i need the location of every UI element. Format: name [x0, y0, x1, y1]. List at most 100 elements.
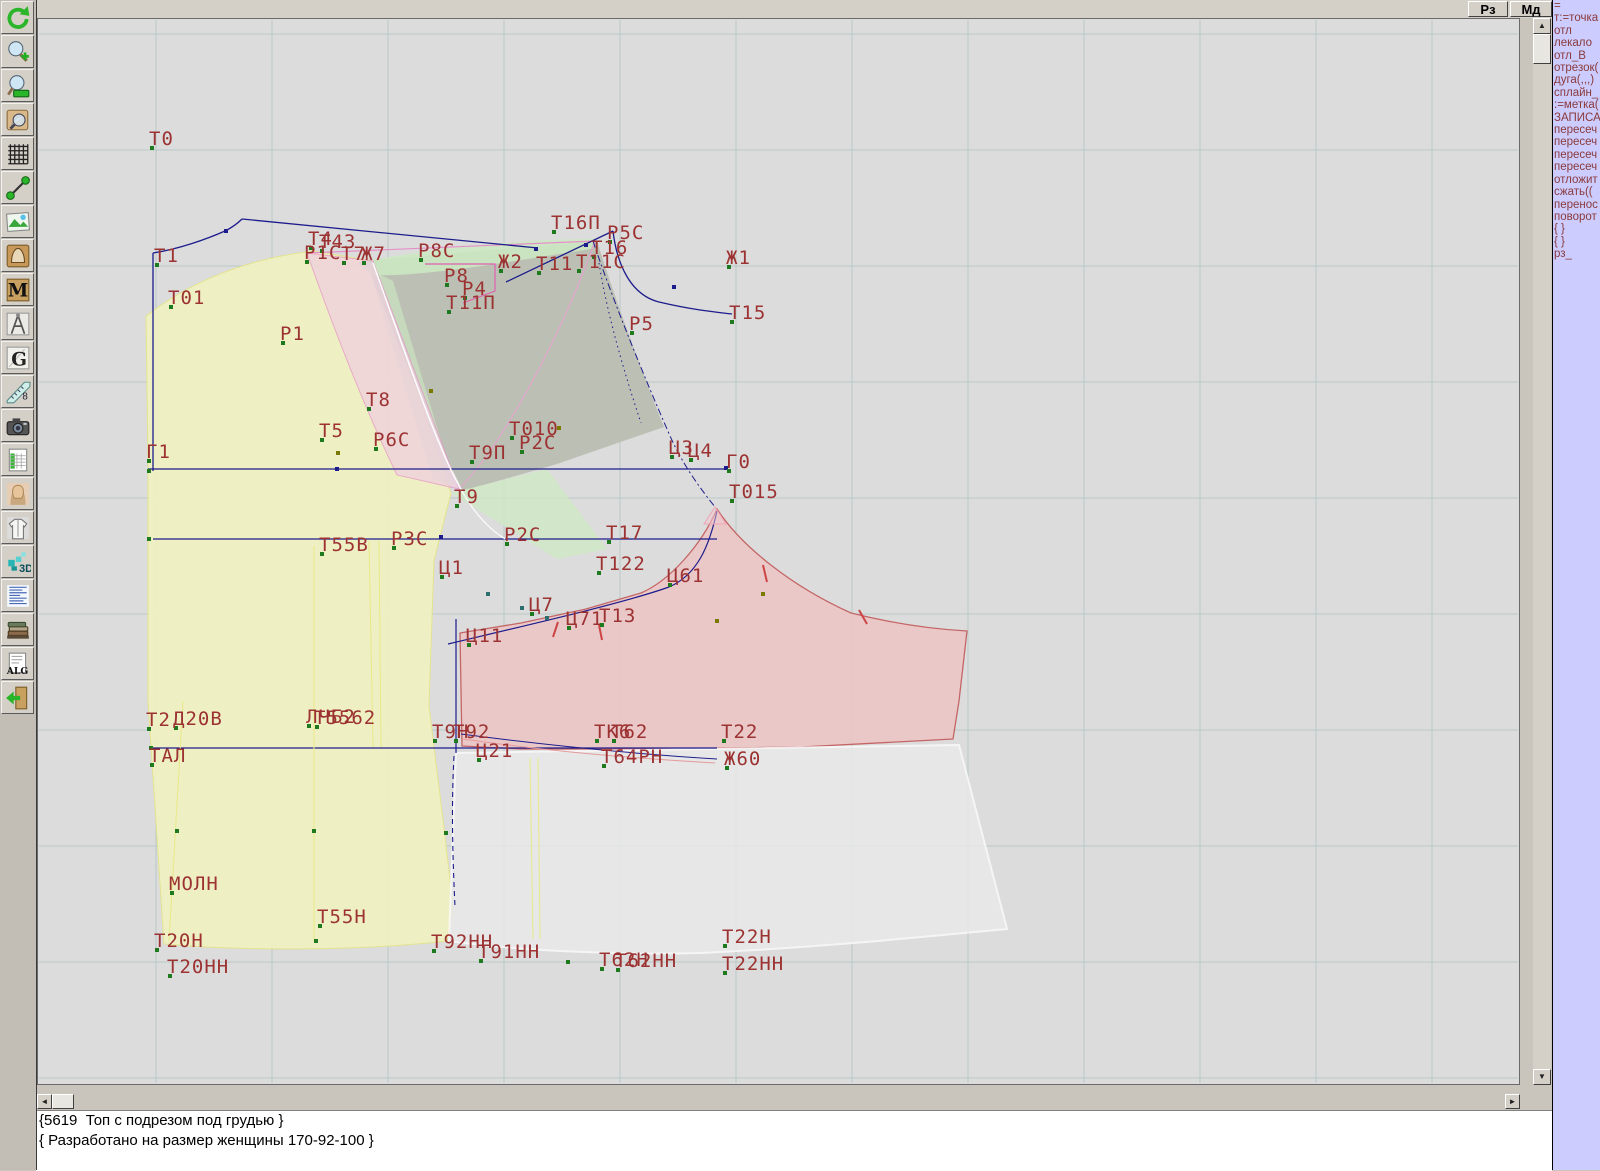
preview-icon[interactable] [1, 103, 34, 136]
pattern-point [584, 243, 588, 247]
svg-text:M: M [7, 280, 27, 301]
command-line: отл_В [1553, 50, 1600, 62]
point-label: Т8 [366, 389, 391, 411]
measure-icon[interactable] [1, 171, 34, 204]
pattern-cad-app: { "topbar": { "buttons": [ { "id": "rz",… [0, 0, 1600, 1170]
point-label: Т20НН [167, 956, 229, 978]
compass-icon[interactable] [1, 307, 34, 340]
point-label: Т015 [729, 481, 779, 503]
scroll-left-button[interactable]: ◄ [37, 1094, 52, 1109]
point-label: Т55Н [317, 906, 367, 928]
zoom-in-icon[interactable] [1, 35, 34, 68]
point-label: Ж7 [361, 243, 386, 265]
point-label: Р1С [304, 242, 341, 264]
command-line: сжать(( [1553, 186, 1600, 198]
program-text-area[interactable]: {5619 Топ с подрезом под грудью } { Разр… [36, 1110, 1552, 1171]
pattern-point [335, 467, 339, 471]
top-bar: Рз Мд [36, 0, 1552, 18]
model-photo-icon[interactable] [1, 477, 34, 510]
command-panel[interactable]: =т:=точкаотллекалоотл_Вотрезок(дуга(,,,)… [1552, 0, 1600, 1170]
drawing-area: Т0Т1Т01Т4Т43Р1СТ7Ж7Р8СТ16ПР5СТ16Т11СЖ2Т1… [37, 18, 1520, 1085]
pattern-point [439, 535, 443, 539]
program-line-1: {5619 Топ с подрезом под грудью } [36, 1111, 1552, 1131]
point-label: Р8С [418, 240, 455, 262]
program-line-2: { Разработано на размер женщины 170-92-1… [36, 1131, 1552, 1151]
point-label: Т91НН [478, 941, 540, 963]
point-label: Т11 [536, 253, 573, 275]
horizontal-scrollbar[interactable]: ◄ ► [37, 1094, 1520, 1109]
point-label: Ц4 [688, 440, 713, 462]
point-label: Р6С [373, 429, 410, 451]
point-label: Р3С [391, 528, 428, 550]
point-label: Г0 [726, 451, 751, 473]
vertical-scroll-thumb[interactable] [1533, 34, 1551, 64]
horizontal-scroll-thumb[interactable] [52, 1094, 74, 1109]
m-tool-icon[interactable]: M [1, 273, 34, 306]
point-label: Т11П [446, 292, 496, 314]
scroll-down-button[interactable]: ▼ [1533, 1069, 1551, 1085]
point-label: Т9 [454, 486, 479, 508]
point-label: Т22Н [722, 926, 772, 948]
pattern-point [147, 537, 151, 541]
scroll-right-button[interactable]: ► [1505, 1094, 1520, 1109]
point-label: Т17 [606, 522, 643, 544]
point-label: Т15 [729, 302, 766, 324]
point-label: Р2С [519, 432, 556, 454]
point-label: Т5562 [314, 707, 376, 729]
g-tool-icon[interactable]: G [1, 341, 34, 374]
command-line: лекало [1553, 37, 1600, 49]
table-icon[interactable] [1, 443, 34, 476]
pattern-point [224, 229, 228, 233]
exit-icon[interactable] [1, 681, 34, 714]
point-label: ТАЛ [149, 745, 186, 767]
point-label: Т0 [149, 128, 174, 150]
point-label: Ц21 [476, 740, 513, 762]
vertical-scrollbar[interactable]: ▲ ▼ [1533, 18, 1551, 1085]
md-button[interactable]: Мд [1510, 1, 1552, 17]
point-label: Т22НН [722, 953, 784, 975]
command-line: поворот [1553, 211, 1600, 223]
svg-text:3D: 3D [19, 562, 31, 574]
pattern-point [429, 389, 433, 393]
drawing-canvas[interactable]: Т0Т1Т01Т4Т43Р1СТ7Ж7Р8СТ16ПР5СТ16Т11СЖ2Т1… [38, 19, 1519, 1084]
pattern-point [566, 960, 570, 964]
3d-icon[interactable]: 3D [1, 545, 34, 578]
command-line: рз_ [1553, 248, 1600, 260]
point-label: Т2 [146, 709, 171, 731]
command-line: { } [1553, 223, 1600, 235]
alg-icon[interactable]: ALG [1, 647, 34, 680]
point-label: Р5 [629, 313, 654, 335]
svg-text:G: G [11, 349, 27, 370]
point-label: Т01 [168, 287, 205, 309]
command-line: { } [1553, 236, 1600, 248]
undo-icon[interactable] [1, 1, 34, 34]
pattern-point [336, 451, 340, 455]
scroll-up-button[interactable]: ▲ [1533, 18, 1551, 34]
command-line: пересеч [1553, 124, 1600, 136]
command-line: ЗАПИСА [1553, 112, 1600, 124]
pattern-point [175, 829, 179, 833]
point-label: Ц71 [566, 608, 603, 630]
point-label: Т16П [551, 212, 601, 234]
pattern-point [147, 469, 151, 473]
books-icon[interactable] [1, 613, 34, 646]
list-icon[interactable] [1, 579, 34, 612]
command-line: сплайн_ [1553, 87, 1600, 99]
point-label: Т62 [611, 721, 648, 743]
point-label: Т13 [599, 605, 636, 627]
grid-icon[interactable] [1, 137, 34, 170]
point-label: Ц7 [529, 594, 554, 616]
image-icon[interactable] [1, 205, 34, 238]
pattern-icon[interactable] [1, 239, 34, 272]
point-label: Ц61 [667, 565, 704, 587]
pattern-point [312, 829, 316, 833]
garment-icon[interactable] [1, 511, 34, 544]
left-toolbar: M G 8 3D ALG [0, 0, 37, 1170]
camera-icon[interactable] [1, 409, 34, 442]
rz-button[interactable]: Рз [1468, 1, 1508, 17]
ruler-icon[interactable]: 8 [1, 375, 34, 408]
command-line: = [1553, 0, 1600, 12]
zoom-out-icon[interactable] [1, 69, 34, 102]
point-label: МОЛН [169, 873, 219, 895]
svg-text:ALG: ALG [5, 665, 28, 676]
